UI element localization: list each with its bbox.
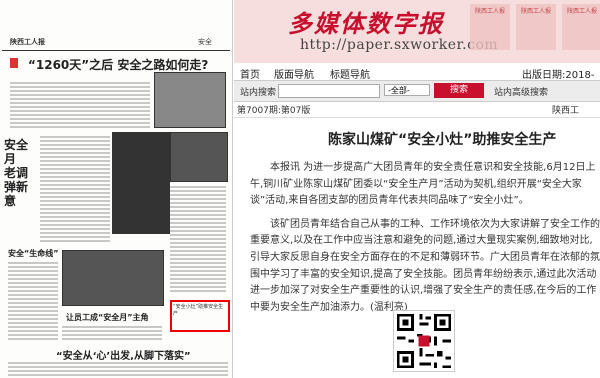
article-text-block[interactable] [8,260,58,342]
news-photo [62,250,164,306]
search-bar: 站内搜索 -全部- 搜索 站内高级搜索 [234,80,600,102]
newspaper-headline[interactable]: “1260天”之后 安全之路如何走? [28,56,208,73]
nav-title-navigation[interactable]: 标题导航 [330,66,370,81]
qr-code-icon [393,310,455,372]
search-label: 站内搜索 [240,88,277,98]
nav-home[interactable]: 首页 [240,66,260,81]
article-text-block[interactable] [40,134,110,244]
news-photo [170,132,228,182]
source-info: 陕西工 [552,106,580,116]
search-button[interactable]: 搜索 [434,83,484,98]
highlighted-article-region[interactable]: “安全小灶”助推安全生产 [170,300,230,332]
site-title: 多媒体数字报 [288,9,444,38]
newspaper-masthead: 陕西工人报 安全 [2,36,230,51]
article-text-block[interactable] [8,360,228,378]
newspaper-name: 陕西工人报 [10,38,45,46]
newspaper-page-thumbnail[interactable]: 陕西工人报 安全 “1260天”之后 安全之路如何走? 安全月 老调弹新意 安全… [0,0,233,378]
paper-stamp-icon: 陕西工人报 [516,4,556,50]
top-nav: 首页 版面导航 标题导航 出版日期:2018-06- [234,63,600,92]
news-photo [154,72,226,128]
paper-stamp-icon: 陕西工人报 [562,4,600,50]
newspaper-edition: 安全 [198,38,212,46]
article-text-block[interactable] [10,80,150,130]
advanced-search-link[interactable]: 站内高级搜索 [494,85,548,98]
search-input[interactable] [278,84,380,98]
section-headline[interactable]: 让员工成“安全月”主角 [66,312,149,323]
article-title: 陈家山煤矿“安全小灶”助推安全生产 [328,132,557,148]
article-paragraph: 本报讯 为进一步提高广大团员青年的安全责任意识和安全技能,6月12日上午,铜川矿… [250,162,596,207]
site-header: 多媒体数字报 http://paper.sxworker.com 陕西工人报 陕… [234,0,600,63]
article-text-block[interactable] [170,184,226,294]
section-headline[interactable]: 安全“生命线” [8,248,59,259]
issue-info: 第7007期:第07版 [237,106,311,116]
search-scope-select[interactable]: -全部- [384,84,430,96]
paper-stamp-icon: 陕西工人报 [470,4,510,50]
site-url[interactable]: http://paper.sxworker.com [300,37,498,53]
article-body: 本报讯 为进一步提高广大团员青年的安全责任意识和安全技能,6月12日上午,铜川矿… [250,160,600,323]
news-photo [112,132,170,234]
nav-page-navigation[interactable]: 版面导航 [274,66,314,81]
highlighted-article-title: “安全小灶”助推安全生产 [173,304,224,317]
vertical-headline[interactable]: 安全月 老调弹新意 [4,138,38,208]
breadcrumb: 第7007期:第07版 陕西工 [234,101,600,118]
article-paragraph: 该矿团员青年结合自己从事的工种、工作环境依次为大家讲解了安全工作的重要意义,以及… [250,218,600,313]
article-text-block[interactable] [62,324,162,342]
red-bar-decoration [10,58,18,68]
